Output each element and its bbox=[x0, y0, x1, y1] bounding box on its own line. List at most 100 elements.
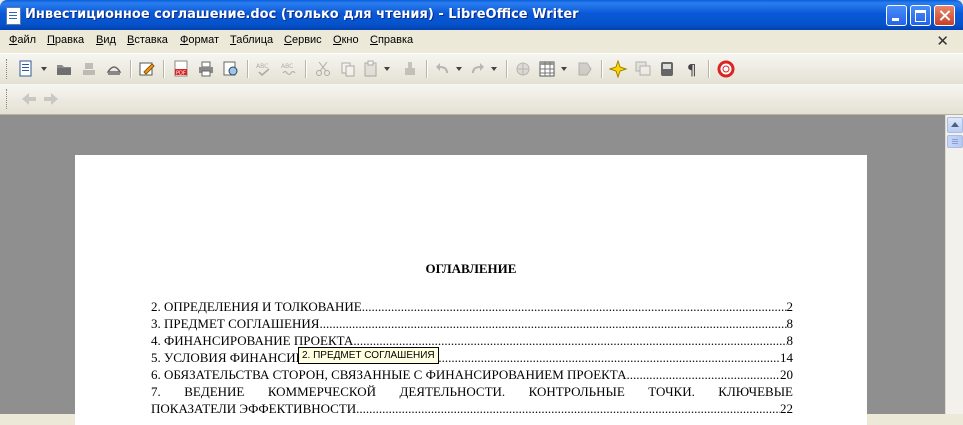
edit-file-icon[interactable] bbox=[138, 60, 156, 78]
spellcheck-icon[interactable]: ABC bbox=[255, 60, 273, 78]
paste-icon[interactable] bbox=[362, 60, 380, 78]
scroll-thumb[interactable] bbox=[947, 135, 963, 148]
redo-icon[interactable] bbox=[468, 60, 486, 78]
menu-edit[interactable]: Правка bbox=[47, 34, 84, 46]
table-icon[interactable] bbox=[538, 60, 556, 78]
hyperlink-tooltip: 2. ПРЕДМЕТ СОГЛАШЕНИЯ bbox=[298, 347, 439, 364]
menu-tools[interactable]: Сервис bbox=[284, 34, 322, 46]
toc-leader bbox=[362, 298, 787, 315]
window-title: Инвестиционное соглашение.doc (только дл… bbox=[25, 7, 579, 22]
navigator-icon[interactable] bbox=[609, 60, 627, 78]
toc-entry[interactable]: 3. ПРЕДМЕТ СОГЛАШЕНИЯ 8 bbox=[151, 315, 793, 332]
toc-entry[interactable]: 5. УСЛОВИЯ ФИНАНСИРОВАНИЯ14 bbox=[151, 349, 793, 366]
gallery-icon[interactable] bbox=[634, 60, 652, 78]
toc-entry-page: 14 bbox=[780, 350, 793, 365]
toc-entry-title: 3. ПРЕДМЕТ СОГЛАШЕНИЯ bbox=[151, 316, 320, 331]
toc-entry-title: 6. ОБЯЗАТЕЛЬСТВА СТОРОН, СВЯЗАННЫЕ С ФИН… bbox=[151, 367, 627, 382]
menu-edit-accel: П bbox=[47, 34, 55, 46]
toolbar-separator bbox=[601, 60, 603, 78]
cut-icon[interactable] bbox=[314, 60, 332, 78]
title-bar: Инвестиционное соглашение.doc (только дл… bbox=[0, 0, 963, 30]
table-dropdown-chevron-icon[interactable] bbox=[561, 67, 567, 71]
svg-text:ABC: ABC bbox=[256, 63, 268, 70]
menu-format[interactable]: Формат bbox=[180, 34, 219, 46]
export-pdf-icon[interactable]: PDF bbox=[172, 60, 190, 78]
toc-entry[interactable]: 2. ОПРЕДЕЛЕНИЯ И ТОЛКОВАНИЕ 2 bbox=[151, 298, 793, 315]
menu-help-label: правка bbox=[377, 34, 414, 46]
svg-text:ABC: ABC bbox=[281, 63, 293, 70]
redo-dropdown-chevron-icon[interactable] bbox=[491, 67, 497, 71]
clone-formatting-icon[interactable] bbox=[401, 60, 419, 78]
toc-entry-page: 20 bbox=[780, 367, 793, 382]
menu-insert-label: ставка bbox=[134, 34, 168, 46]
toc-leader bbox=[627, 366, 781, 383]
hyperlink-icon[interactable] bbox=[514, 60, 532, 78]
menu-window-label: кно bbox=[341, 34, 359, 46]
menu-window-accel: О bbox=[333, 34, 342, 46]
standard-toolbar: PDF ABC ABC ¶ bbox=[0, 53, 963, 85]
new-document-icon[interactable] bbox=[17, 60, 35, 78]
toc-entry-page: 8 bbox=[786, 333, 794, 348]
toolbar-separator bbox=[247, 60, 249, 78]
menu-table[interactable]: Таблица bbox=[230, 34, 273, 46]
toolbar-grip[interactable] bbox=[6, 59, 10, 79]
formatting-marks-icon[interactable]: ¶ bbox=[683, 60, 701, 78]
data-sources-icon[interactable] bbox=[658, 60, 676, 78]
print-icon[interactable] bbox=[197, 60, 215, 78]
toc-entry[interactable]: 4. ФИНАНСИРОВАНИЕ ПРОЕКТА8 bbox=[151, 332, 793, 349]
menu-insert[interactable]: Вставка bbox=[127, 34, 168, 46]
menu-format-label: ормат bbox=[188, 34, 220, 46]
help-icon[interactable] bbox=[717, 60, 735, 78]
maximize-button[interactable] bbox=[910, 5, 931, 26]
autospellcheck-icon[interactable]: ABC bbox=[280, 60, 298, 78]
paste-dropdown-chevron-icon[interactable] bbox=[384, 67, 390, 71]
close-window-button[interactable] bbox=[934, 5, 955, 26]
document-workspace[interactable]: ОГЛАВЛЕНИЕ 2. ОПРЕДЕЛЕНИЯ И ТОЛКОВАНИЕ 2 … bbox=[0, 115, 945, 425]
document-page[interactable]: ОГЛАВЛЕНИЕ 2. ОПРЕДЕЛЕНИЯ И ТОЛКОВАНИЕ 2 … bbox=[75, 155, 867, 425]
menu-tools-label: ервис bbox=[291, 34, 322, 46]
toc-entry-title: 2. ОПРЕДЕЛЕНИЯ И ТОЛКОВАНИЕ bbox=[151, 299, 362, 314]
toc-entry-title: ПОКАЗАТЕЛИ ЭФФЕКТИВНОСТИ bbox=[151, 401, 357, 416]
print-preview-icon[interactable] bbox=[222, 60, 240, 78]
minimize-button[interactable] bbox=[886, 5, 907, 26]
menu-file[interactable]: Файл bbox=[9, 34, 36, 46]
menu-tools-accel: С bbox=[284, 34, 292, 46]
undo-icon[interactable] bbox=[434, 60, 452, 78]
toolbar-separator bbox=[708, 60, 710, 78]
menu-help[interactable]: Справка bbox=[370, 34, 413, 46]
email-icon[interactable] bbox=[105, 60, 123, 78]
toolbar-separator bbox=[305, 60, 307, 78]
forward-arrow-icon[interactable] bbox=[42, 90, 60, 108]
open-icon[interactable] bbox=[55, 60, 73, 78]
close-document-icon[interactable]: ✕ bbox=[936, 32, 949, 50]
show-draw-functions-icon[interactable] bbox=[576, 60, 594, 78]
toolbar-grip[interactable] bbox=[6, 89, 10, 109]
menu-file-label: айл bbox=[17, 34, 37, 46]
menu-table-label: аблица bbox=[236, 34, 274, 46]
toc-entry-page: 22 bbox=[780, 401, 793, 416]
svg-text:PDF: PDF bbox=[176, 71, 186, 77]
toc-heading: ОГЛАВЛЕНИЕ bbox=[425, 261, 517, 276]
undo-dropdown-chevron-icon[interactable] bbox=[456, 67, 462, 71]
menu-edit-label: равка bbox=[54, 34, 85, 46]
toc-entry[interactable]: 6. ОБЯЗАТЕЛЬСТВА СТОРОН, СВЯЗАННЫЕ С ФИН… bbox=[151, 366, 793, 383]
menu-window[interactable]: Окно bbox=[333, 34, 359, 46]
toolbar-separator bbox=[130, 60, 132, 78]
vertical-scrollbar[interactable] bbox=[945, 115, 963, 414]
svg-text:¶: ¶ bbox=[687, 61, 697, 78]
back-arrow-icon[interactable] bbox=[20, 90, 38, 108]
new-dropdown-chevron-icon[interactable] bbox=[41, 67, 47, 71]
toc-leader bbox=[319, 315, 786, 332]
copy-icon[interactable] bbox=[339, 60, 357, 78]
menu-bar: Файл Правка Вид Вставка Формат Таблица С… bbox=[0, 30, 963, 52]
menu-view-label: ид bbox=[103, 34, 116, 46]
menu-help-accel: С bbox=[370, 34, 378, 46]
save-icon[interactable] bbox=[80, 60, 98, 78]
toc-entry[interactable]: ПОКАЗАТЕЛИ ЭФФЕКТИВНОСТИ 22 bbox=[151, 400, 793, 417]
scroll-up-arrow-icon[interactable] bbox=[947, 117, 963, 133]
toolbar-separator bbox=[506, 60, 508, 78]
navigation-toolbar bbox=[0, 84, 963, 115]
menu-view[interactable]: Вид bbox=[96, 34, 116, 46]
toc-entry-line1[interactable]: 7. ВЕДЕНИЕ КОММЕРЧЕСКОЙ ДЕЯТЕЛЬНОСТИ. КО… bbox=[151, 383, 793, 400]
toc-entry-page: 2 bbox=[786, 299, 794, 314]
